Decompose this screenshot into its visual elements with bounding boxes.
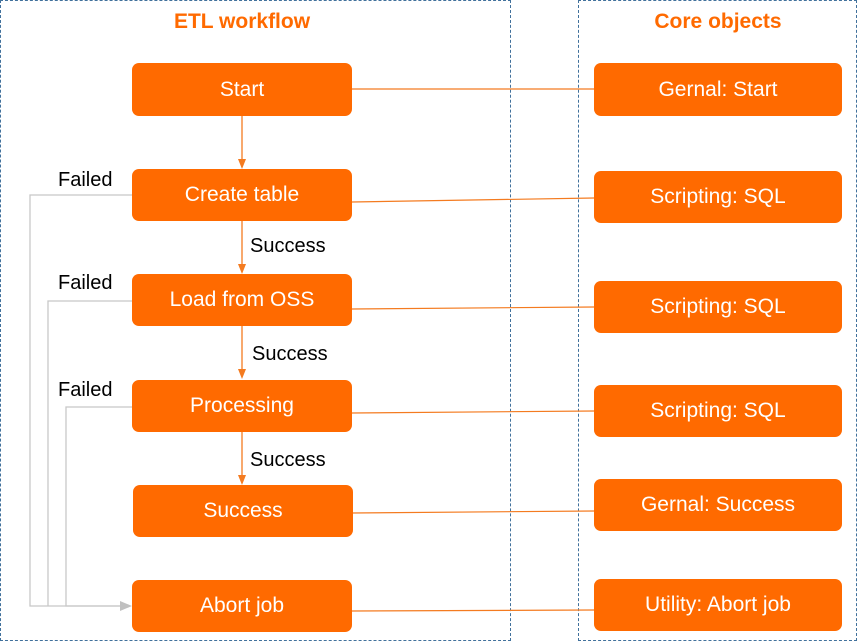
core-utility-abort-job[interactable]: Utility: Abort job (594, 579, 842, 631)
node-start[interactable]: Start (132, 63, 352, 116)
node-label: Scripting: SQL (650, 399, 786, 422)
node-processing[interactable]: Processing (132, 380, 352, 432)
node-label: Processing (190, 394, 294, 417)
node-label: Load from OSS (169, 288, 315, 311)
link-processing (351, 410, 595, 414)
node-create-table[interactable]: Create table (132, 169, 352, 221)
edge-label-failed: Failed (58, 379, 113, 401)
edge-load-failed (47, 300, 132, 606)
node-label: Start (219, 77, 265, 101)
node-success[interactable]: Success (133, 485, 353, 537)
edge-processing-failed (65, 406, 132, 611)
link-load (351, 306, 595, 310)
core-scripting-sql[interactable]: Scripting: SQL (594, 281, 842, 333)
node-label: Scripting: SQL (650, 185, 786, 208)
link-success (351, 510, 595, 514)
link-create-table (351, 197, 595, 203)
edge-label-failed: Failed (58, 169, 113, 191)
link-abort (351, 609, 595, 612)
node-label: Utility: Abort job (645, 593, 791, 616)
edge-label-failed: Failed (58, 272, 113, 294)
node-label: Gernal: Start (658, 77, 778, 101)
node-label: Gernal: Success (640, 493, 796, 516)
node-abort-job[interactable]: Abort job (132, 580, 352, 632)
node-label: Success (203, 499, 283, 522)
core-gernal-success[interactable]: Gernal: Success (594, 479, 842, 531)
node-label: Abort job (199, 594, 285, 617)
node-label: Create table (184, 183, 300, 206)
edge-label-success: Success (252, 343, 328, 365)
edge-label-success: Success (250, 449, 326, 471)
edge-label-success: Success (250, 235, 326, 257)
core-gernal-start[interactable]: Gernal: Start (594, 63, 842, 116)
node-load-from-oss[interactable]: Load from OSS (132, 274, 352, 326)
node-label: Scripting: SQL (650, 295, 786, 318)
core-scripting-sql[interactable]: Scripting: SQL (594, 171, 842, 223)
core-scripting-sql[interactable]: Scripting: SQL (594, 385, 842, 437)
